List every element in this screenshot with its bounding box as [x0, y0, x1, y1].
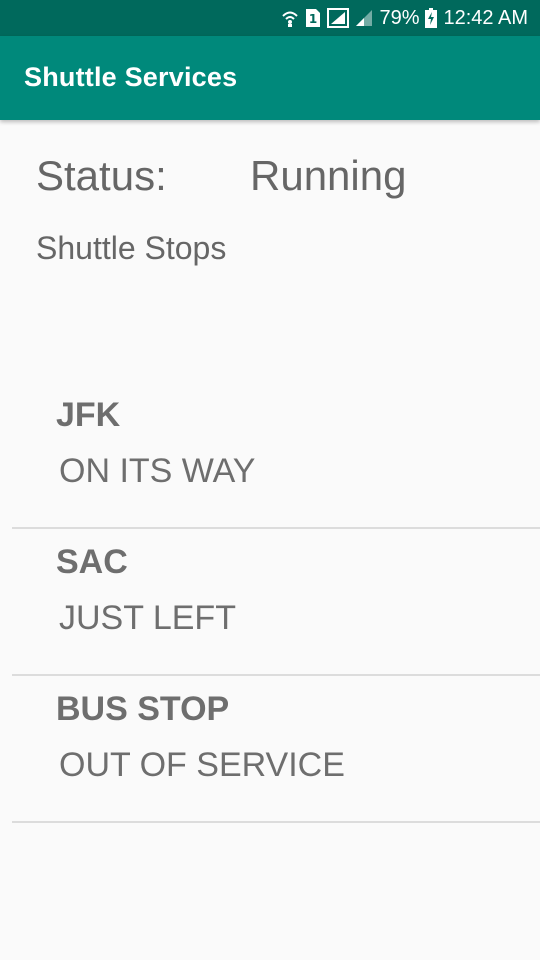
status-bar: 1 79% 12:42 AM [0, 0, 540, 36]
stop-name: JFK [56, 396, 121, 434]
stop-status: JUST LEFT [59, 599, 236, 637]
section-title: Shuttle Stops [36, 230, 227, 266]
sim-1-icon: 1 [305, 8, 321, 28]
signal-icon [327, 8, 350, 28]
app-bar: Shuttle Services [0, 36, 540, 120]
stop-name: SAC [56, 543, 128, 581]
status-row: Status: Running [36, 152, 516, 204]
status-icons: 1 79% 12:42 AM [281, 0, 528, 36]
clock: 12:42 AM [443, 6, 528, 29]
stop-name: BUS STOP [56, 690, 230, 728]
list-item[interactable]: SAC JUST LEFT [12, 529, 540, 676]
battery-percent: 79% [379, 6, 420, 29]
signal-weak-icon [355, 9, 373, 27]
wifi-calling-icon [281, 8, 299, 28]
battery-charging-icon [425, 8, 438, 28]
status-value: Running [250, 152, 407, 199]
status-label: Status: [36, 152, 167, 199]
list-item[interactable]: BUS STOP OUT OF SERVICE [12, 676, 540, 823]
sim-1-label: 1 [309, 12, 317, 26]
stop-status: OUT OF SERVICE [59, 746, 345, 784]
app-title: Shuttle Services [24, 62, 238, 92]
stop-status: ON ITS WAY [59, 452, 256, 490]
shuttle-stops-list: JFK ON ITS WAY SAC JUST LEFT BUS STOP OU… [12, 382, 540, 823]
main-content: Status: Running Shuttle Stops JFK ON ITS… [0, 120, 540, 960]
list-item[interactable]: JFK ON ITS WAY [12, 382, 540, 529]
